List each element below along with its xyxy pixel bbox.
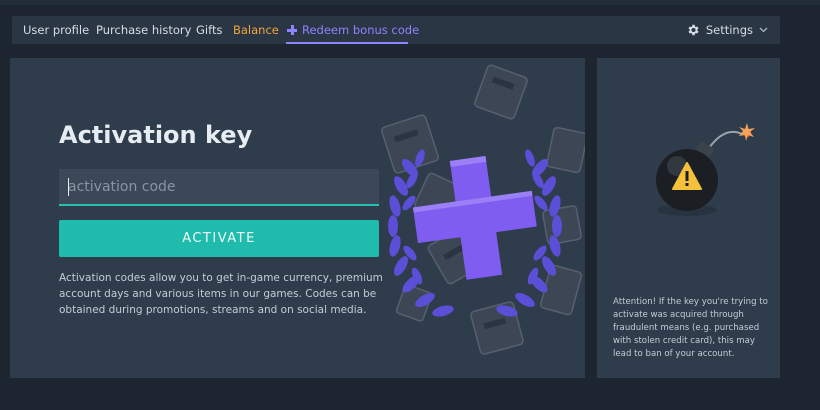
attention-text: Attention! If the key you're trying to a… [613, 297, 768, 359]
warning-panel: Attention! If the key you're trying to a… [597, 58, 780, 378]
tab-gifts[interactable]: Gifts [196, 16, 222, 44]
profile-navbar: User profile Purchase history Gifts Bala… [12, 16, 780, 44]
settings-dropdown[interactable]: Settings [686, 16, 768, 44]
tab-redeem-bonus-code[interactable]: Redeem bonus code [287, 16, 419, 44]
gear-icon [688, 24, 699, 36]
page-title: Activation key [59, 121, 253, 149]
top-strip [0, 0, 820, 5]
bomb-warning-icon [656, 123, 755, 216]
laurel-wreath-plus-icon [380, 64, 585, 355]
settings-label: Settings [705, 23, 753, 37]
tab-balance[interactable]: Balance [233, 16, 279, 44]
activation-panel: Activation key ACTIVATE Activation codes… [10, 58, 585, 378]
chevron-down-icon [759, 27, 768, 33]
activate-button[interactable]: ACTIVATE [59, 220, 379, 257]
plus-icon [287, 25, 297, 35]
tab-redeem-label: Redeem bonus code [302, 23, 420, 37]
activation-description: Activation codes allow you to get in-gam… [59, 272, 383, 316]
activation-code-input[interactable] [59, 169, 379, 206]
active-tab-indicator [286, 42, 408, 44]
tab-user-profile[interactable]: User profile [23, 16, 89, 44]
text-caret [68, 178, 69, 196]
tab-purchase-history[interactable]: Purchase history [96, 16, 191, 44]
